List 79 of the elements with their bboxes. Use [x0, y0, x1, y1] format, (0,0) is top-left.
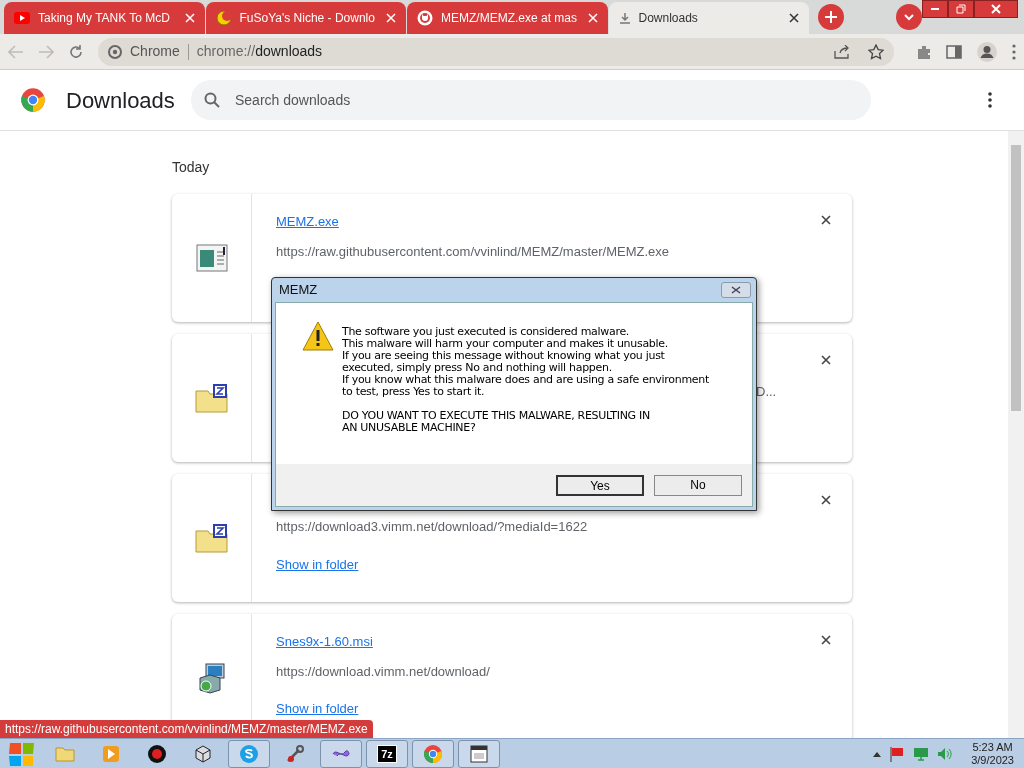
- restore-button[interactable]: [948, 0, 974, 18]
- search-icon: [204, 92, 220, 108]
- close-button[interactable]: [721, 282, 751, 298]
- record-icon: [147, 743, 167, 764]
- profile-icon[interactable]: [976, 40, 998, 63]
- share-icon[interactable]: [834, 44, 850, 59]
- file-url: D...: [756, 383, 777, 401]
- flag-icon[interactable]: [889, 745, 906, 762]
- warning-icon: [302, 321, 334, 351]
- chevron-down-icon: [904, 13, 914, 21]
- browser-tab[interactable]: Taking My TANK To McD: [4, 2, 205, 34]
- address-bar[interactable]: Chrome chrome://downloads: [98, 37, 894, 66]
- plus-icon: [825, 11, 837, 23]
- close-icon[interactable]: [821, 495, 831, 505]
- close-icon[interactable]: [821, 635, 831, 645]
- page-title: Downloads: [66, 86, 176, 115]
- download-icon: [618, 12, 631, 24]
- taskbar-button[interactable]: 7z: [366, 739, 408, 768]
- reload-icon[interactable]: [68, 43, 84, 60]
- window-icon: [470, 744, 488, 763]
- tab-title: Taking My TANK To McD: [38, 10, 172, 27]
- star-icon[interactable]: [868, 43, 884, 60]
- tab-search-button[interactable]: [896, 4, 922, 30]
- taskbar-button[interactable]: [458, 739, 500, 768]
- file-link[interactable]: Snes9x-1.60.msi: [276, 632, 373, 652]
- program-window-icon: [195, 244, 228, 272]
- archiver-logo-icon: 7z: [377, 744, 397, 763]
- zipped-folder-icon: [194, 383, 229, 413]
- close-icon[interactable]: [821, 355, 831, 365]
- link-status-tooltip: https://raw.githubusercontent.com/vvinlind/MEMZ/master/MEMZ.exe: [0, 720, 373, 738]
- close-icon: [731, 286, 741, 294]
- browser-tab[interactable]: Downloads: [608, 2, 809, 34]
- puzzle-icon[interactable]: [916, 43, 932, 60]
- cube-icon: [194, 744, 212, 763]
- video-logo-icon: [14, 12, 30, 24]
- file-url: https://download.vimm.net/download/: [276, 662, 490, 681]
- dialog-title: MEMZ: [279, 281, 318, 300]
- play-icon: [102, 744, 120, 763]
- tab-title: Downloads: [638, 10, 699, 27]
- dialog-button[interactable]: Yes: [556, 474, 644, 496]
- close-icon: [991, 4, 1001, 14]
- show-in-folder-link[interactable]: Show in folder: [276, 554, 359, 574]
- minimize-button[interactable]: [922, 0, 948, 18]
- file-url: https://raw.githubusercontent.com/vvinlind/MEMZ/master/MEMZ.exe: [276, 242, 670, 261]
- browser-tab[interactable]: FuSoYa's Niche - Downlo: [205, 2, 406, 34]
- close-icon[interactable]: [789, 13, 799, 23]
- file-link[interactable]: MEMZ.exe: [276, 212, 339, 232]
- close-button[interactable]: [974, 0, 1018, 18]
- url-text: chrome://downloads: [196, 42, 323, 61]
- moon-face-icon: [215, 10, 232, 26]
- clock-date: 3/9/2023: [971, 753, 1014, 767]
- minimize-icon: [930, 8, 940, 10]
- browser-tab[interactable]: MEMZ/MEMZ.exe at mas: [407, 2, 608, 34]
- dialog-button[interactable]: No: [654, 474, 742, 496]
- show-in-folder-link[interactable]: Show in folder: [276, 699, 359, 719]
- tab-title: FuSoYa's Niche - Downlo: [239, 10, 376, 27]
- new-tab-button[interactable]: [818, 4, 844, 30]
- browser-logo-icon: [423, 743, 443, 764]
- zipped-folder-icon: [194, 523, 229, 553]
- browser-logo-icon: [20, 87, 46, 113]
- dialog-message: The software you just executed is considered malware. This malware will harm your computer and makes it unusable. If you are seeing this message without knowing what you just executed, simply press No and nothing will happen. If you know what this malware does and are using a safe environment to test, press Yes to start it.: [342, 326, 709, 398]
- chat-logo-icon: [239, 743, 259, 764]
- section-heading: Today: [172, 158, 210, 177]
- file-url: https://download3.vimm.net/download/?mediaId=1622: [276, 518, 588, 536]
- folder-icon: [55, 745, 75, 762]
- site-label: Chrome: [130, 42, 180, 61]
- clock-time: 5:23 AM: [972, 740, 1013, 754]
- chevron-up-icon[interactable]: [873, 750, 882, 757]
- dialog-question: DO YOU WANT TO EXECUTE THIS MALWARE, RESULTING IN AN UNUSABLE MACHINE?: [342, 410, 651, 434]
- side-panel-icon[interactable]: [946, 43, 962, 60]
- clock[interactable]: 5:23 AM 3/9/2023: [971, 740, 1014, 767]
- cat-logo-icon: [417, 10, 433, 26]
- tab-title: MEMZ/MEMZ.exe at mas: [441, 10, 578, 27]
- scrollbar[interactable]: [1008, 131, 1024, 738]
- browser-logo-icon: [108, 44, 122, 59]
- close-icon[interactable]: [821, 215, 831, 225]
- search-field[interactable]: Search downloads: [191, 80, 871, 120]
- more-icon[interactable]: [988, 92, 992, 108]
- restore-icon: [956, 4, 966, 14]
